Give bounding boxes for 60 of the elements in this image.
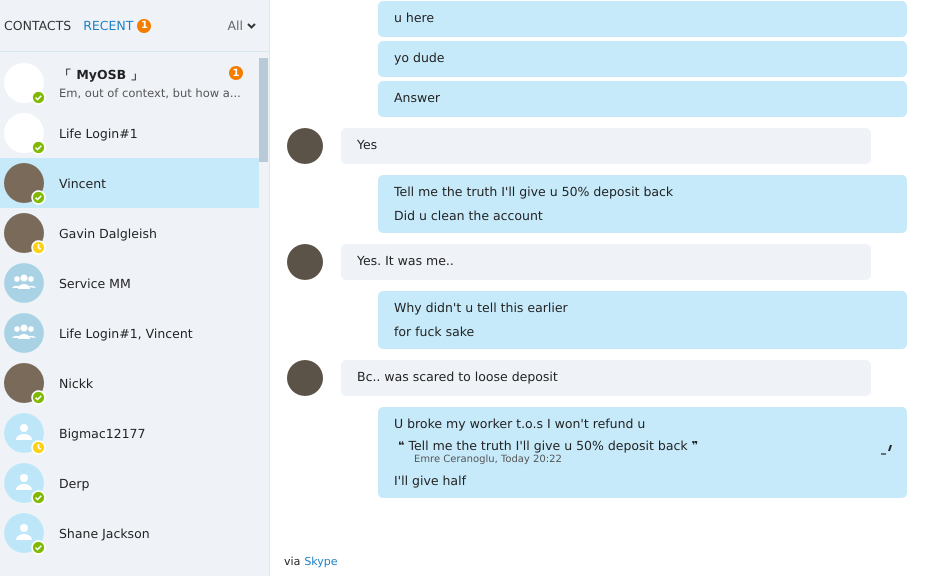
avatar-placeholder: [287, 360, 323, 396]
contact-item[interactable]: 「 MyOSB 」 Em, out of context, but how a... 1: [0, 58, 259, 108]
unread-badge: 1: [137, 18, 152, 32]
quote-author: Emre Ceranoglu, Today 20:22: [413, 454, 563, 465]
chevron-down-icon: [247, 22, 256, 28]
contact-name: 「 MyOSB 」: [59, 66, 144, 84]
person-avatar-icon: [4, 513, 44, 553]
contact-name: Life Login#1: [59, 126, 138, 140]
contact-name: Nickk: [59, 376, 94, 390]
avatar-placeholder: [4, 113, 44, 153]
contact-name: Gavin Dalgleish: [59, 226, 157, 240]
contact-item[interactable]: Bigmac12177: [0, 408, 259, 458]
quote-mark: ❝: [398, 439, 404, 452]
contact-name: Vincent: [59, 176, 106, 190]
message-text: for fuck sake: [394, 324, 476, 340]
unread-badge: 1: [229, 66, 243, 80]
contact-item[interactable]: Derp: [0, 458, 259, 508]
tab[interactable]: RECENT 1: [83, 18, 152, 33]
group-avatar-icon: [4, 313, 44, 353]
footer-text: via: [284, 555, 300, 568]
message-preview: Em, out of context, but how a...: [59, 86, 241, 100]
avatar-placeholder: [4, 163, 44, 203]
group-avatar-icon: [4, 263, 44, 303]
message-text: U broke my worker t.o.s I won't refund u: [394, 416, 646, 432]
avatar-placeholder: [287, 128, 323, 164]
tab[interactable]: CONTACTS: [4, 18, 72, 33]
contact-item[interactable]: Gavin Dalgleish: [0, 208, 259, 258]
contact-item[interactable]: Vincent: [0, 158, 259, 208]
contact-name: Service MM: [59, 276, 131, 290]
quote-mark: ❞: [692, 439, 698, 452]
avatar-placeholder: [287, 244, 323, 280]
quoted-text: Tell me the truth I'll give u 50% deposit back: [408, 438, 688, 453]
edit-icon[interactable]: [881, 443, 893, 455]
message-text: yo dude: [394, 50, 446, 66]
scrollbar[interactable]: [259, 58, 268, 162]
message-text: u here: [394, 10, 436, 26]
contact-item[interactable]: Nickk: [0, 358, 259, 408]
message-text: I'll give half: [394, 473, 468, 489]
skype-link[interactable]: Skype: [304, 555, 338, 568]
avatar-placeholder: [4, 213, 44, 253]
message-text: Tell me the truth I'll give u 50% deposit back: [394, 184, 674, 200]
filter-dropdown[interactable]: All: [228, 18, 256, 33]
contact-name: Shane Jackson: [59, 526, 150, 540]
avatar-placeholder: [4, 363, 44, 403]
contact-name: Bigmac12177: [59, 426, 146, 440]
message-text: Why didn't u tell this earlier: [394, 300, 569, 316]
avatar-placeholder: [4, 63, 44, 103]
message-text: Yes: [357, 137, 378, 153]
contact-name: Life Login#1, Vincent: [59, 326, 193, 340]
person-avatar-icon: [4, 463, 44, 503]
person-avatar-icon: [4, 413, 44, 453]
contact-item[interactable]: Life Login#1, Vincent: [0, 308, 259, 358]
message-text: Did u clean the account: [394, 208, 544, 224]
contact-name: Derp: [59, 476, 90, 490]
message-text: Yes. It was me..: [357, 253, 455, 269]
message-text: Answer: [394, 90, 442, 106]
message-text: Bc.. was scared to loose deposit: [357, 369, 559, 385]
contact-item[interactable]: Service MM: [0, 258, 259, 308]
contact-item[interactable]: Shane Jackson: [0, 508, 259, 558]
contact-item[interactable]: Life Login#1: [0, 108, 259, 158]
